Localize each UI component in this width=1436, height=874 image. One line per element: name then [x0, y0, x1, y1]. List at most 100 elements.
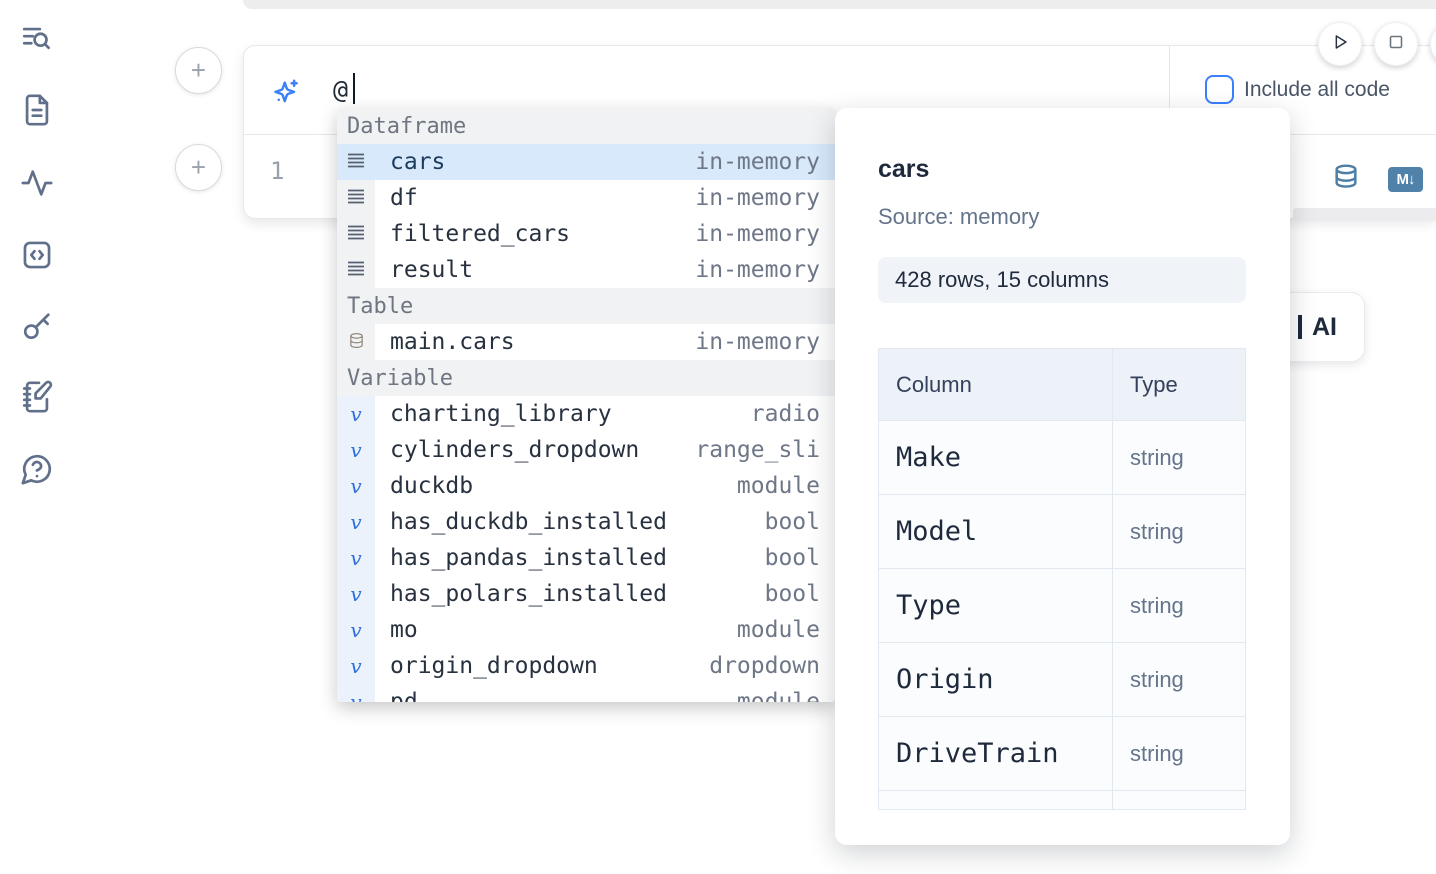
completion-type: bool [765, 545, 835, 571]
cell-output-strip [1293, 208, 1436, 221]
column-name: Origin [896, 664, 994, 695]
add-cell-button-bottom[interactable]: + [175, 144, 222, 191]
autocomplete-section-header: Variable [337, 360, 835, 396]
include-all-code-checkbox[interactable] [1205, 75, 1234, 104]
variable-icon: v [337, 468, 375, 504]
column-type: string [1130, 741, 1184, 767]
dataframe-icon [337, 144, 375, 180]
key-icon[interactable] [20, 309, 54, 343]
activity-icon[interactable] [20, 166, 54, 200]
autocomplete-item-has_duckdb_installed[interactable]: v has_duckdb_installed bool [337, 504, 835, 540]
markdown-icon[interactable]: M↓ [1388, 167, 1423, 192]
column-name: Type [896, 590, 961, 621]
dataframe-preview-panel: cars Source: memory 428 rows, 15 columns… [835, 108, 1290, 845]
autocomplete-section-header: Dataframe [337, 108, 835, 144]
previous-cell-bottom-edge [243, 0, 1436, 9]
sparkles-icon [271, 77, 301, 107]
completion-name: origin_dropdown [390, 653, 598, 679]
column-type: string [1130, 667, 1184, 693]
autocomplete-item-cylinders_dropdown[interactable]: v cylinders_dropdown range_sli [337, 432, 835, 468]
table-row: Type string [879, 569, 1245, 642]
line-number: 1 [270, 157, 284, 185]
completion-name: main.cars [390, 329, 515, 355]
completion-type: module [737, 617, 835, 643]
ai-button-label: AI [1312, 313, 1337, 342]
notebook-pen-icon[interactable] [20, 380, 54, 414]
schema-table-header: Type [1113, 349, 1245, 420]
completion-name: cars [390, 149, 445, 175]
table-row: Modelstring [879, 495, 1245, 568]
schema-table-header: Column [879, 349, 1112, 420]
file-text-icon[interactable] [20, 93, 54, 127]
dataframe-icon [337, 216, 375, 252]
database-icon[interactable] [1332, 163, 1360, 196]
completion-name: df [390, 185, 418, 211]
autocomplete-item-has_polars_installed[interactable]: v has_polars_installed bool [337, 576, 835, 612]
autocomplete-item-main.cars[interactable]: main.cars in-memory [337, 324, 835, 360]
autocomplete-item-result[interactable]: result in-memory [337, 252, 835, 288]
code-box-icon[interactable] [20, 238, 54, 272]
completion-type: in-memory [695, 149, 835, 175]
column-name: DriveTrain [896, 738, 1059, 769]
variable-icon: v [337, 432, 375, 468]
autocomplete-item-cars[interactable]: cars in-memory [337, 144, 835, 180]
autocomplete-section-header: Table [337, 288, 835, 324]
shape-badge: 428 rows, 15 columns [878, 257, 1246, 303]
clipped-text [1298, 315, 1302, 339]
autocomplete-item-pd[interactable]: v pd module [337, 684, 835, 702]
run-cell-button[interactable] [1318, 22, 1362, 66]
completion-name: has_duckdb_installed [390, 509, 667, 535]
help-chat-icon[interactable] [20, 452, 54, 486]
completion-name: pd [390, 689, 418, 702]
completion-type: in-memory [695, 257, 835, 283]
table-icon [337, 324, 375, 360]
completion-type: module [737, 689, 835, 702]
completion-name: mo [390, 617, 418, 643]
variable-icon: v [337, 396, 375, 432]
list-search-icon[interactable] [20, 22, 54, 56]
completion-name: result [390, 257, 473, 283]
table-row: Makestring [879, 421, 1245, 494]
completion-name: cylinders_dropdown [390, 437, 639, 463]
autocomplete-item-filtered_cars[interactable]: filtered_cars in-memory [337, 216, 835, 252]
autocomplete-dropdown: Dataframecarsin-memorydfin-memoryfiltere… [337, 108, 835, 702]
completion-name: charting_library [390, 401, 612, 427]
column-type: string [1130, 593, 1184, 619]
stop-button[interactable] [1374, 22, 1418, 66]
schema-table: ColumnTypeMakestringModelstringTypestrin… [878, 348, 1246, 810]
autocomplete-item-df[interactable]: dfin-memory [337, 180, 835, 216]
dataframe-icon [337, 252, 375, 288]
autocomplete-item-charting_library[interactable]: v charting_library radio [337, 396, 835, 432]
completion-type: range_sli [695, 437, 835, 463]
completion-type: bool [765, 581, 835, 607]
column-name: Model [896, 516, 977, 547]
stop-icon [1385, 31, 1407, 58]
completion-name: has_polars_installed [390, 581, 667, 607]
completion-type: in-memory [695, 221, 835, 247]
variable-icon: v [337, 612, 375, 648]
ai-prompt-input[interactable]: @ [333, 75, 348, 104]
completion-type: dropdown [709, 653, 835, 679]
text-cursor [353, 73, 355, 104]
variable-icon: v [337, 576, 375, 612]
variable-icon: v [337, 684, 375, 702]
variable-icon: v [337, 540, 375, 576]
completion-type: in-memory [695, 329, 835, 355]
play-icon [1329, 31, 1351, 58]
table-row: Origin string [879, 643, 1245, 716]
autocomplete-item-has_pandas_installed[interactable]: vhas_pandas_installedbool [337, 540, 835, 576]
variable-icon: v [337, 504, 375, 540]
column-name: Make [896, 442, 961, 473]
preview-source: Source: memory [878, 204, 1039, 230]
preview-title: cars [878, 155, 929, 184]
autocomplete-item-origin_dropdown[interactable]: vorigin_dropdowndropdown [337, 648, 835, 684]
autocomplete-item-duckdb[interactable]: vduckdb module [337, 468, 835, 504]
table-row [879, 791, 1245, 810]
completion-type: bool [765, 509, 835, 535]
completion-name: filtered_cars [390, 221, 570, 247]
add-cell-button-top[interactable]: + [175, 47, 222, 94]
completion-name: duckdb [390, 473, 473, 499]
autocomplete-item-mo[interactable]: vmo module [337, 612, 835, 648]
completion-type: module [737, 473, 835, 499]
completion-type: radio [751, 401, 835, 427]
